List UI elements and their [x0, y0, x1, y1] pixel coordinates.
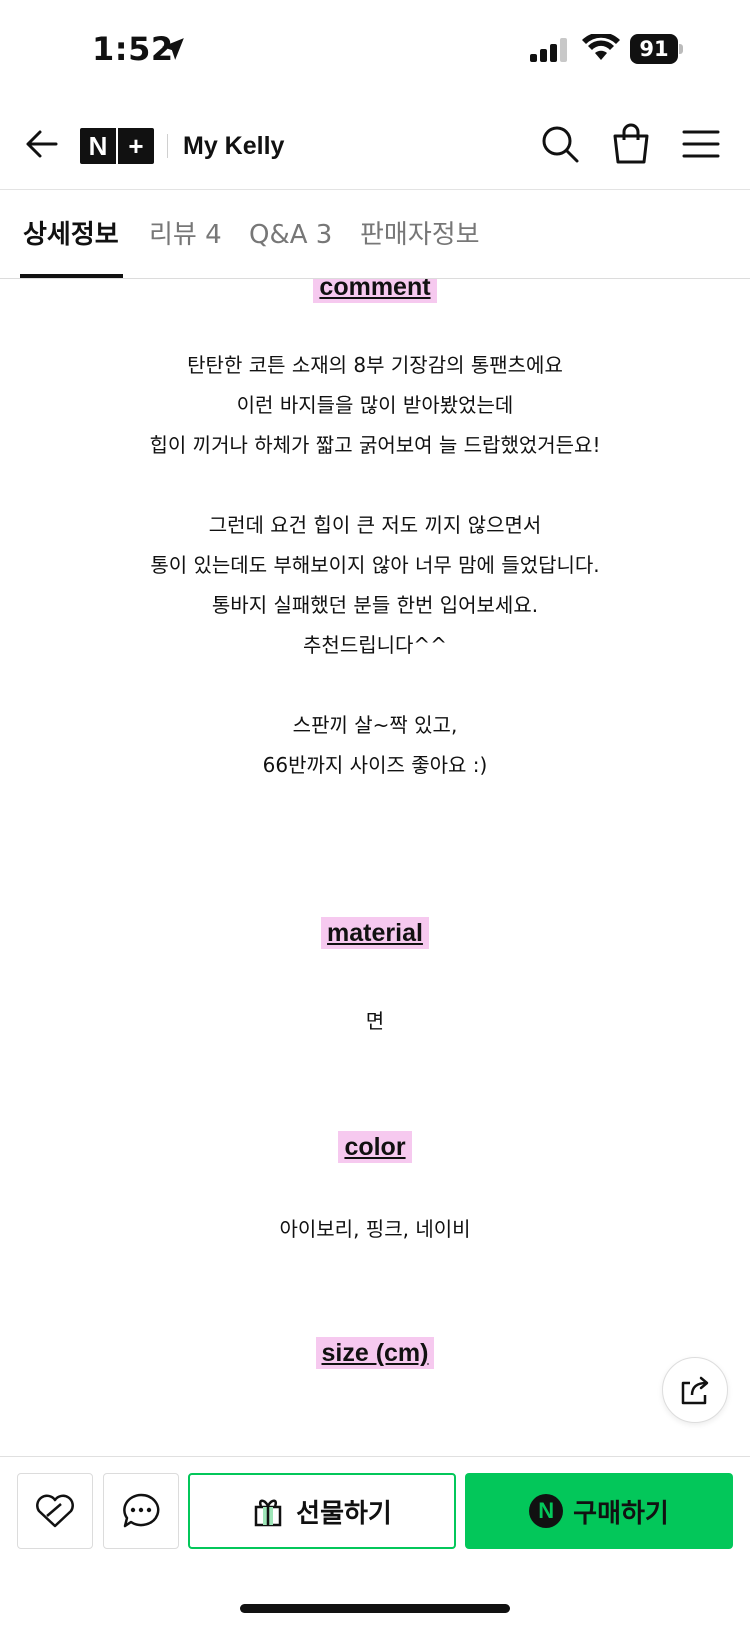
share-icon: [681, 1376, 709, 1405]
tab-qna[interactable]: Q&A 3: [249, 217, 332, 253]
material-title-text: material: [321, 917, 429, 949]
battery-indicator: 91: [630, 34, 684, 64]
comment-line: 66반까지 사이즈 좋아요 :): [262, 753, 488, 777]
comment-section-title: comment: [0, 279, 750, 303]
naver-plus-logo[interactable]: N +: [80, 128, 154, 164]
heart-icon: [36, 1494, 74, 1528]
wishlist-button[interactable]: [17, 1473, 93, 1549]
store-name[interactable]: My Kelly: [183, 126, 284, 166]
comment-line: 그런데 요건 힙이 큰 저도 끼지 않으면서: [208, 513, 542, 537]
tab-reviews[interactable]: 리뷰 4: [149, 217, 222, 253]
comment-line: 통바지 실패했던 분들 한번 입어보세요.: [211, 593, 539, 617]
color-value: 아이보리, 핑크, 네이비: [279, 1217, 471, 1241]
gift-button[interactable]: 선물하기: [188, 1473, 456, 1549]
battery-tip: [679, 44, 683, 54]
header-divider: [167, 134, 168, 158]
logo-n: N: [88, 131, 108, 161]
top-header: N + My Kelly: [0, 100, 750, 190]
size-title-text: size (cm): [315, 1337, 435, 1369]
color-section-title: color: [0, 1131, 750, 1163]
buy-button-label: 구매하기: [573, 1498, 669, 1529]
location-arrow-icon: [162, 38, 184, 60]
gift-box-icon: [254, 1499, 282, 1527]
bottom-action-bar: 선물하기 N 구매하기: [0, 1456, 750, 1626]
comment-line: 통이 있는데도 부해보이지 않아 너무 맘에 들었답니다.: [150, 553, 600, 577]
talktalk-chat-button[interactable]: [103, 1473, 179, 1549]
tab-seller-info[interactable]: 판매자정보: [360, 217, 480, 253]
battery-level: 91: [630, 34, 678, 64]
back-arrow-icon[interactable]: [22, 124, 62, 164]
home-indicator: [240, 1604, 510, 1613]
comment-line: 이런 바지들을 많이 받아봤었는데: [236, 393, 514, 417]
logo-plus: +: [128, 131, 144, 161]
comment-line: 스판끼 살~짝 있고,: [292, 713, 458, 737]
wifi-icon: [582, 34, 620, 60]
material-value: 면: [365, 1009, 385, 1033]
gift-button-label: 선물하기: [296, 1498, 392, 1529]
size-section-title: size (cm): [0, 1337, 750, 1369]
status-bar: 1:52 91: [0, 0, 750, 100]
comment-title-text: comment: [313, 279, 437, 303]
product-tabs: 상세정보 리뷰 4 Q&A 3 판매자정보: [0, 191, 750, 279]
tab-detail-info[interactable]: 상세정보: [23, 217, 119, 253]
chat-bubble-icon: [123, 1493, 160, 1528]
hamburger-menu-icon[interactable]: [682, 128, 720, 160]
buy-button[interactable]: N 구매하기: [465, 1473, 733, 1549]
comment-line: 탄탄한 코튼 소재의 8부 기장감의 통팬츠에요: [187, 353, 563, 377]
color-title-text: color: [338, 1131, 412, 1163]
shopping-bag-icon[interactable]: [612, 122, 650, 164]
comment-line: 추천드립니다^^: [303, 633, 447, 657]
comment-line: 힙이 끼거나 하체가 짧고 굵어보여 늘 드랍했었거든요!: [149, 433, 601, 457]
active-tab-indicator: [20, 274, 123, 278]
naver-pay-icon: N: [529, 1494, 564, 1528]
share-button[interactable]: [662, 1357, 728, 1423]
material-section-title: material: [0, 917, 750, 949]
search-icon[interactable]: [540, 124, 580, 164]
product-detail-content: comment 탄탄한 코튼 소재의 8부 기장감의 통팬츠에요 이런 바지들을…: [0, 279, 750, 1456]
cellular-signal-icon: [530, 38, 567, 62]
